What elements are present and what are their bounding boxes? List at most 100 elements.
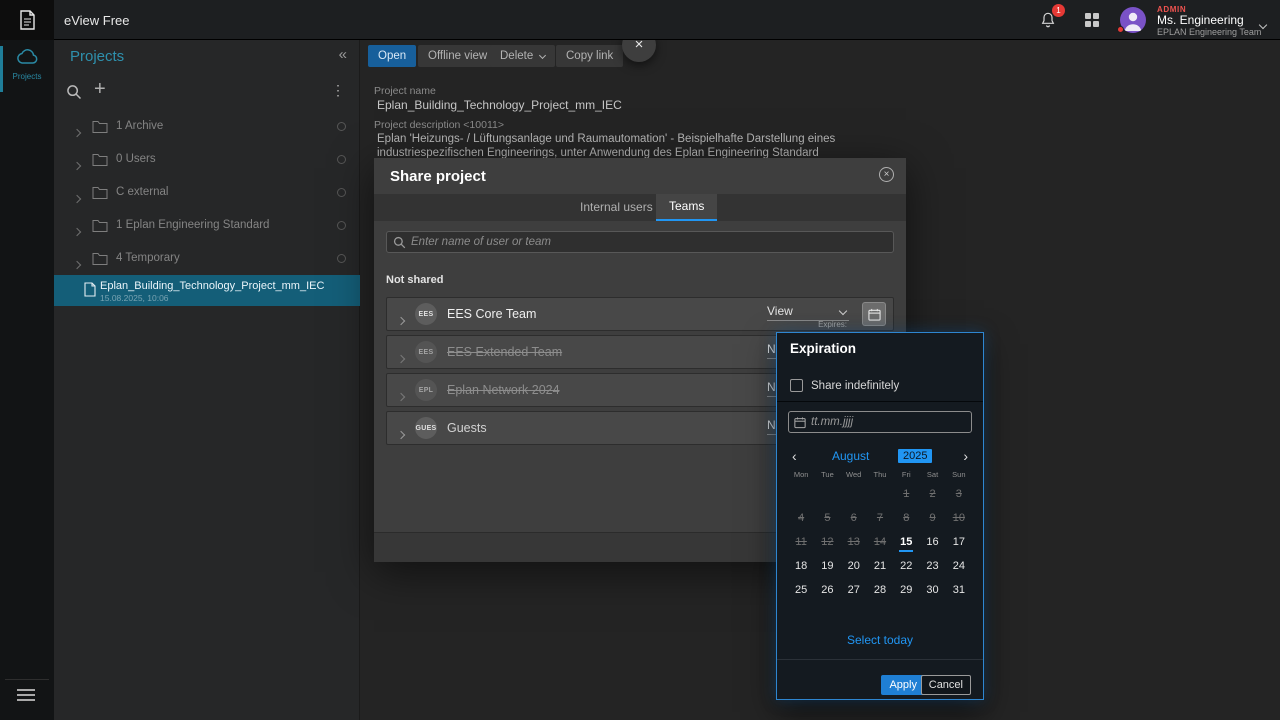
app-title: eView Free [64, 13, 130, 28]
expiration-calendar-button[interactable] [863, 303, 885, 325]
expiration-date-field[interactable] [788, 411, 972, 433]
permission-dropdown[interactable]: View [767, 304, 849, 321]
delete-label: Delete [500, 50, 533, 62]
next-month-icon[interactable]: › [963, 447, 968, 465]
dropdown-chevron-icon [839, 307, 847, 315]
expand-chevron-icon[interactable] [398, 387, 404, 405]
expand-chevron-icon[interactable] [74, 189, 80, 207]
weekday-label: Tue [814, 470, 840, 479]
cancel-button[interactable]: Cancel [921, 675, 971, 695]
nav-rail: Projects [0, 40, 54, 720]
share-indefinitely-label: Share indefinitely [811, 380, 899, 392]
calendar-day[interactable]: 26 [814, 579, 840, 603]
status-circle-icon [337, 122, 346, 131]
document-icon [84, 282, 96, 302]
menu-hamburger-icon[interactable] [17, 686, 35, 704]
status-circle-icon [337, 254, 346, 263]
offline-view-button[interactable]: Offline view [418, 45, 497, 67]
selected-project-name: Eplan_Building_Technology_Project_mm_IEC [100, 280, 352, 292]
folder-icon [92, 120, 108, 138]
calendar-year-selected[interactable]: 2025 [898, 449, 932, 463]
weekday-label: Sat [919, 470, 945, 479]
apply-button[interactable]: Apply [881, 675, 925, 695]
calendar-day-empty [788, 483, 814, 507]
calendar-day-today[interactable]: 15 [893, 531, 919, 555]
calendar-day[interactable]: 23 [919, 555, 945, 579]
calendar-day[interactable]: 25 [788, 579, 814, 603]
team-name: Eplan Network 2024 [447, 383, 560, 397]
calendar-day: 13 [841, 531, 867, 555]
tree-item-temporary[interactable]: 4 Temporary [54, 242, 360, 275]
weekday-label: Thu [867, 470, 893, 479]
calendar-day[interactable]: 19 [814, 555, 840, 579]
apps-grid-icon[interactable] [1085, 13, 1099, 27]
projects-panel: Projects « + ⋮ 1 Archive 0 Users C exter… [54, 40, 360, 720]
calendar-day[interactable]: 16 [919, 531, 945, 555]
tree-item-label: C external [116, 186, 168, 198]
project-description-label: Project description <10011> [374, 119, 504, 131]
tree-item-external[interactable]: C external [54, 176, 360, 209]
calendar-day[interactable]: 18 [788, 555, 814, 579]
add-project-button[interactable]: + [94, 78, 106, 101]
calendar-day-empty [867, 483, 893, 507]
calendar-day: 1 [893, 483, 919, 507]
calendar-day[interactable]: 21 [867, 555, 893, 579]
tree-item-archive[interactable]: 1 Archive [54, 110, 360, 143]
calendar-day[interactable]: 30 [919, 579, 945, 603]
calendar-header: ‹ August 2025 › [788, 447, 972, 465]
expires-label: Expires: [818, 320, 847, 329]
team-avatar: EPL [415, 379, 437, 401]
tab-teams[interactable]: Teams [656, 194, 717, 221]
expand-chevron-icon[interactable] [74, 255, 80, 273]
collapse-panel-icon[interactable]: « [339, 46, 347, 63]
calendar-day[interactable]: 24 [946, 555, 972, 579]
user-menu-chevron-icon[interactable] [1260, 15, 1266, 33]
calendar-month[interactable]: August [832, 449, 869, 463]
previous-month-icon[interactable]: ‹ [792, 447, 797, 465]
calendar-day: 3 [946, 483, 972, 507]
calendar-day[interactable]: 31 [946, 579, 972, 603]
expand-chevron-icon[interactable] [74, 222, 80, 240]
expiration-popover: Expiration Share indefinitely ‹ August 2… [776, 332, 984, 700]
tab-internal-users[interactable]: Internal users [570, 194, 663, 221]
delete-dropdown-chevron-icon[interactable] [539, 52, 546, 59]
share-indefinitely-checkbox[interactable] [790, 379, 803, 392]
dialog-tabs: Internal users Teams [374, 194, 906, 221]
calendar-day[interactable]: 27 [841, 579, 867, 603]
app-logo[interactable] [0, 0, 54, 40]
divider [777, 401, 983, 402]
panel-more-menu-icon[interactable]: ⋮ [331, 82, 345, 99]
calendar-day[interactable]: 22 [893, 555, 919, 579]
calendar-day: 11 [788, 531, 814, 555]
weekday-label: Sun [946, 470, 972, 479]
calendar-day[interactable]: 20 [841, 555, 867, 579]
tree-item-users[interactable]: 0 Users [54, 143, 360, 176]
cloud-icon [15, 48, 39, 65]
sidebar-item-projects[interactable]: Projects [0, 48, 54, 81]
search-icon[interactable] [66, 84, 82, 105]
calendar-day[interactable]: 29 [893, 579, 919, 603]
project-description-line1: Eplan 'Heizungs- / Lüftungsanlage und Ra… [377, 133, 835, 145]
expand-chevron-icon[interactable] [74, 123, 80, 141]
delete-button[interactable]: Delete [490, 45, 555, 67]
open-button[interactable]: Open [368, 45, 416, 67]
expand-chevron-icon[interactable] [74, 156, 80, 174]
tree-item-eplan-standard[interactable]: 1 Eplan Engineering Standard [54, 209, 360, 242]
expiration-date-input[interactable] [811, 412, 969, 432]
expand-chevron-icon[interactable] [398, 311, 404, 329]
expand-chevron-icon[interactable] [398, 425, 404, 443]
copy-link-button[interactable]: Copy link [556, 45, 623, 67]
calendar-day[interactable]: 17 [946, 531, 972, 555]
calendar-day[interactable]: 28 [867, 579, 893, 603]
search-input[interactable] [411, 232, 889, 252]
sidebar-item-label: Projects [0, 72, 54, 81]
team-search-field[interactable] [386, 231, 894, 253]
select-today-link[interactable]: Select today [777, 633, 983, 647]
expand-chevron-icon[interactable] [398, 349, 404, 367]
team-row-ees-core[interactable]: EES EES Core Team View Expires: [386, 297, 894, 331]
status-circle-icon [337, 188, 346, 197]
selected-project-row[interactable]: Eplan_Building_Technology_Project_mm_IEC… [54, 275, 360, 306]
close-dialog-icon[interactable]: × [879, 167, 894, 182]
team-name: Guests [447, 421, 487, 435]
calendar-day: 14 [867, 531, 893, 555]
